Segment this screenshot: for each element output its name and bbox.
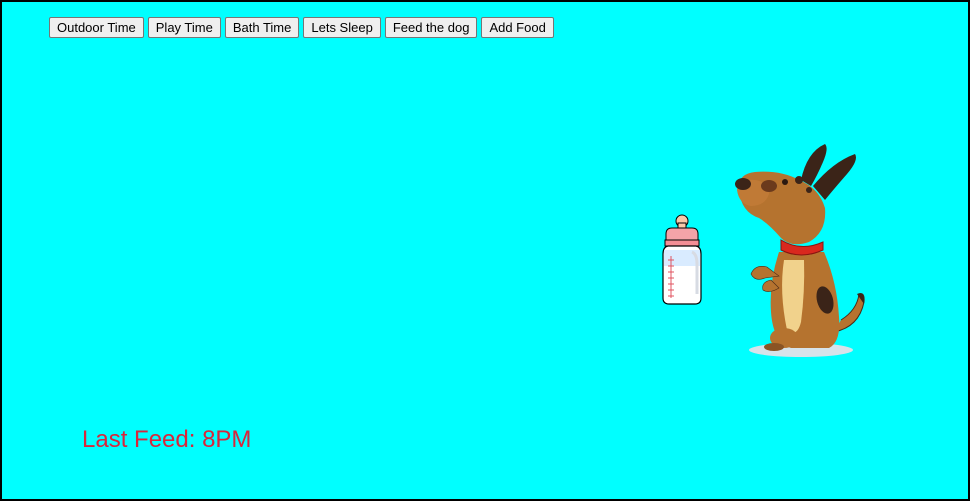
bath-time-button[interactable]: Bath Time: [224, 17, 300, 38]
lets-sleep-button[interactable]: Lets Sleep: [303, 17, 381, 38]
add-food-button[interactable]: Add Food: [481, 17, 554, 38]
outdoor-time-button[interactable]: Outdoor Time: [49, 17, 144, 38]
last-feed-status: Last Feed: 8PM: [82, 426, 252, 453]
pet-stage: Outdoor Time Play Time Bath Time Lets Sl…: [0, 0, 970, 501]
milk-bottle-icon: [662, 214, 702, 305]
action-toolbar: Outdoor Time Play Time Bath Time Lets Sl…: [49, 17, 554, 38]
feed-the-dog-button[interactable]: Feed the dog: [384, 17, 478, 38]
play-time-button[interactable]: Play Time: [147, 17, 221, 38]
dog-illustration: [735, 144, 865, 357]
